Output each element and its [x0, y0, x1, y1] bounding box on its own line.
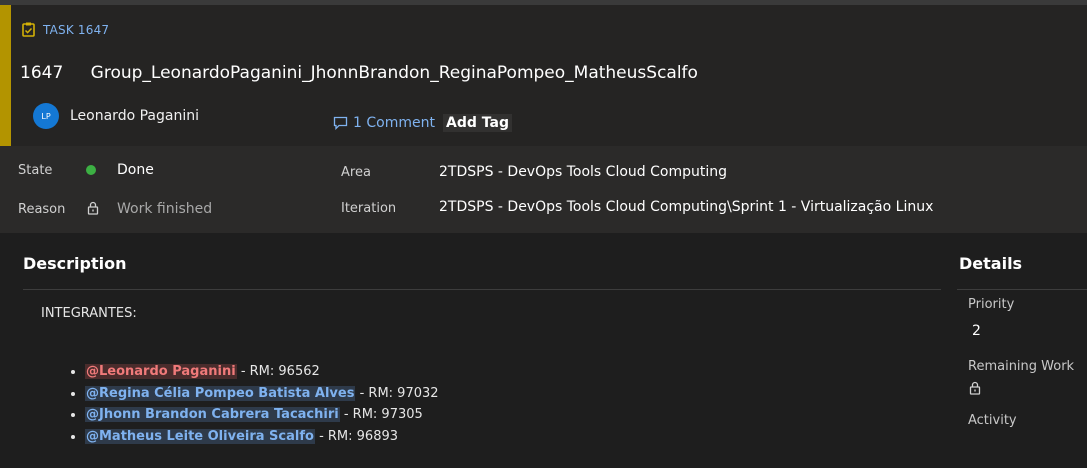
priority-value[interactable]: 2 [972, 323, 981, 339]
fields-panel: State Done Reason Work finished Area 2TD… [0, 146, 1087, 233]
comments-link[interactable]: 1 Comment [333, 115, 435, 131]
details-divider [957, 289, 1087, 290]
mention-link[interactable]: @Leonardo Paganini [85, 364, 237, 379]
reason-value[interactable]: Work finished [117, 201, 212, 217]
work-item-type-text: TASK 1647 [43, 22, 110, 37]
assignee[interactable]: LP Leonardo Paganini [33, 103, 199, 129]
comments-count: 1 Comment [353, 115, 435, 131]
description-divider [23, 289, 941, 290]
avatar: LP [33, 103, 59, 129]
members-list: @Leonardo Paganini - RM: 96562 @Regina C… [63, 362, 439, 448]
lock-icon [87, 201, 99, 215]
work-item-title-row: 1647 Group_LeonardoPaganini_JhonnBrandon… [20, 63, 698, 83]
member-rm: - RM: 97305 [339, 407, 423, 422]
list-item: @Matheus Leite Oliveira Scalfo - RM: 968… [85, 427, 439, 449]
list-item: @Jhonn Brandon Cabrera Tacachiri - RM: 9… [85, 405, 439, 427]
mention-link[interactable]: @Matheus Leite Oliveira Scalfo [85, 428, 315, 444]
work-item-type-label: TASK 1647 [22, 22, 109, 37]
state-status-icon [86, 165, 96, 175]
remaining-work-label: Remaining Work [968, 359, 1075, 374]
member-rm: - RM: 97032 [355, 385, 439, 401]
assignee-name: Leonardo Paganini [70, 108, 199, 124]
work-item-type-accent [0, 5, 11, 146]
list-item: @Regina Célia Pompeo Batista Alves - RM:… [85, 384, 439, 406]
state-label: State [18, 163, 53, 178]
comment-icon [333, 116, 348, 130]
area-label: Area [341, 165, 371, 180]
member-rm: - RM: 96562 [236, 364, 320, 379]
mention-link[interactable]: @Jhonn Brandon Cabrera Tacachiri [85, 407, 340, 422]
description-intro: INTEGRANTES: [41, 306, 137, 321]
list-item: @Leonardo Paganini - RM: 96562 [85, 362, 439, 384]
reason-label: Reason [18, 202, 66, 217]
state-value[interactable]: Done [117, 162, 154, 178]
work-item-title[interactable]: Group_LeonardoPaganini_JhonnBrandon_Regi… [91, 63, 698, 83]
mention-link[interactable]: @Regina Célia Pompeo Batista Alves [85, 385, 356, 401]
activity-label: Activity [968, 413, 1017, 428]
work-item-id: 1647 [20, 63, 64, 83]
area-value[interactable]: 2TDSPS - DevOps Tools Cloud Computing [439, 164, 727, 180]
iteration-label: Iteration [341, 201, 397, 216]
priority-label: Priority [968, 297, 1015, 312]
lock-icon [969, 381, 981, 395]
member-rm: - RM: 96893 [314, 428, 399, 444]
iteration-value[interactable]: 2TDSPS - DevOps Tools Cloud Computing\Sp… [439, 199, 933, 215]
clipboard-task-icon [22, 22, 35, 37]
add-tag-button[interactable]: Add Tag [443, 114, 512, 132]
description-title: Description [23, 254, 127, 273]
details-title: Details [959, 254, 1023, 273]
